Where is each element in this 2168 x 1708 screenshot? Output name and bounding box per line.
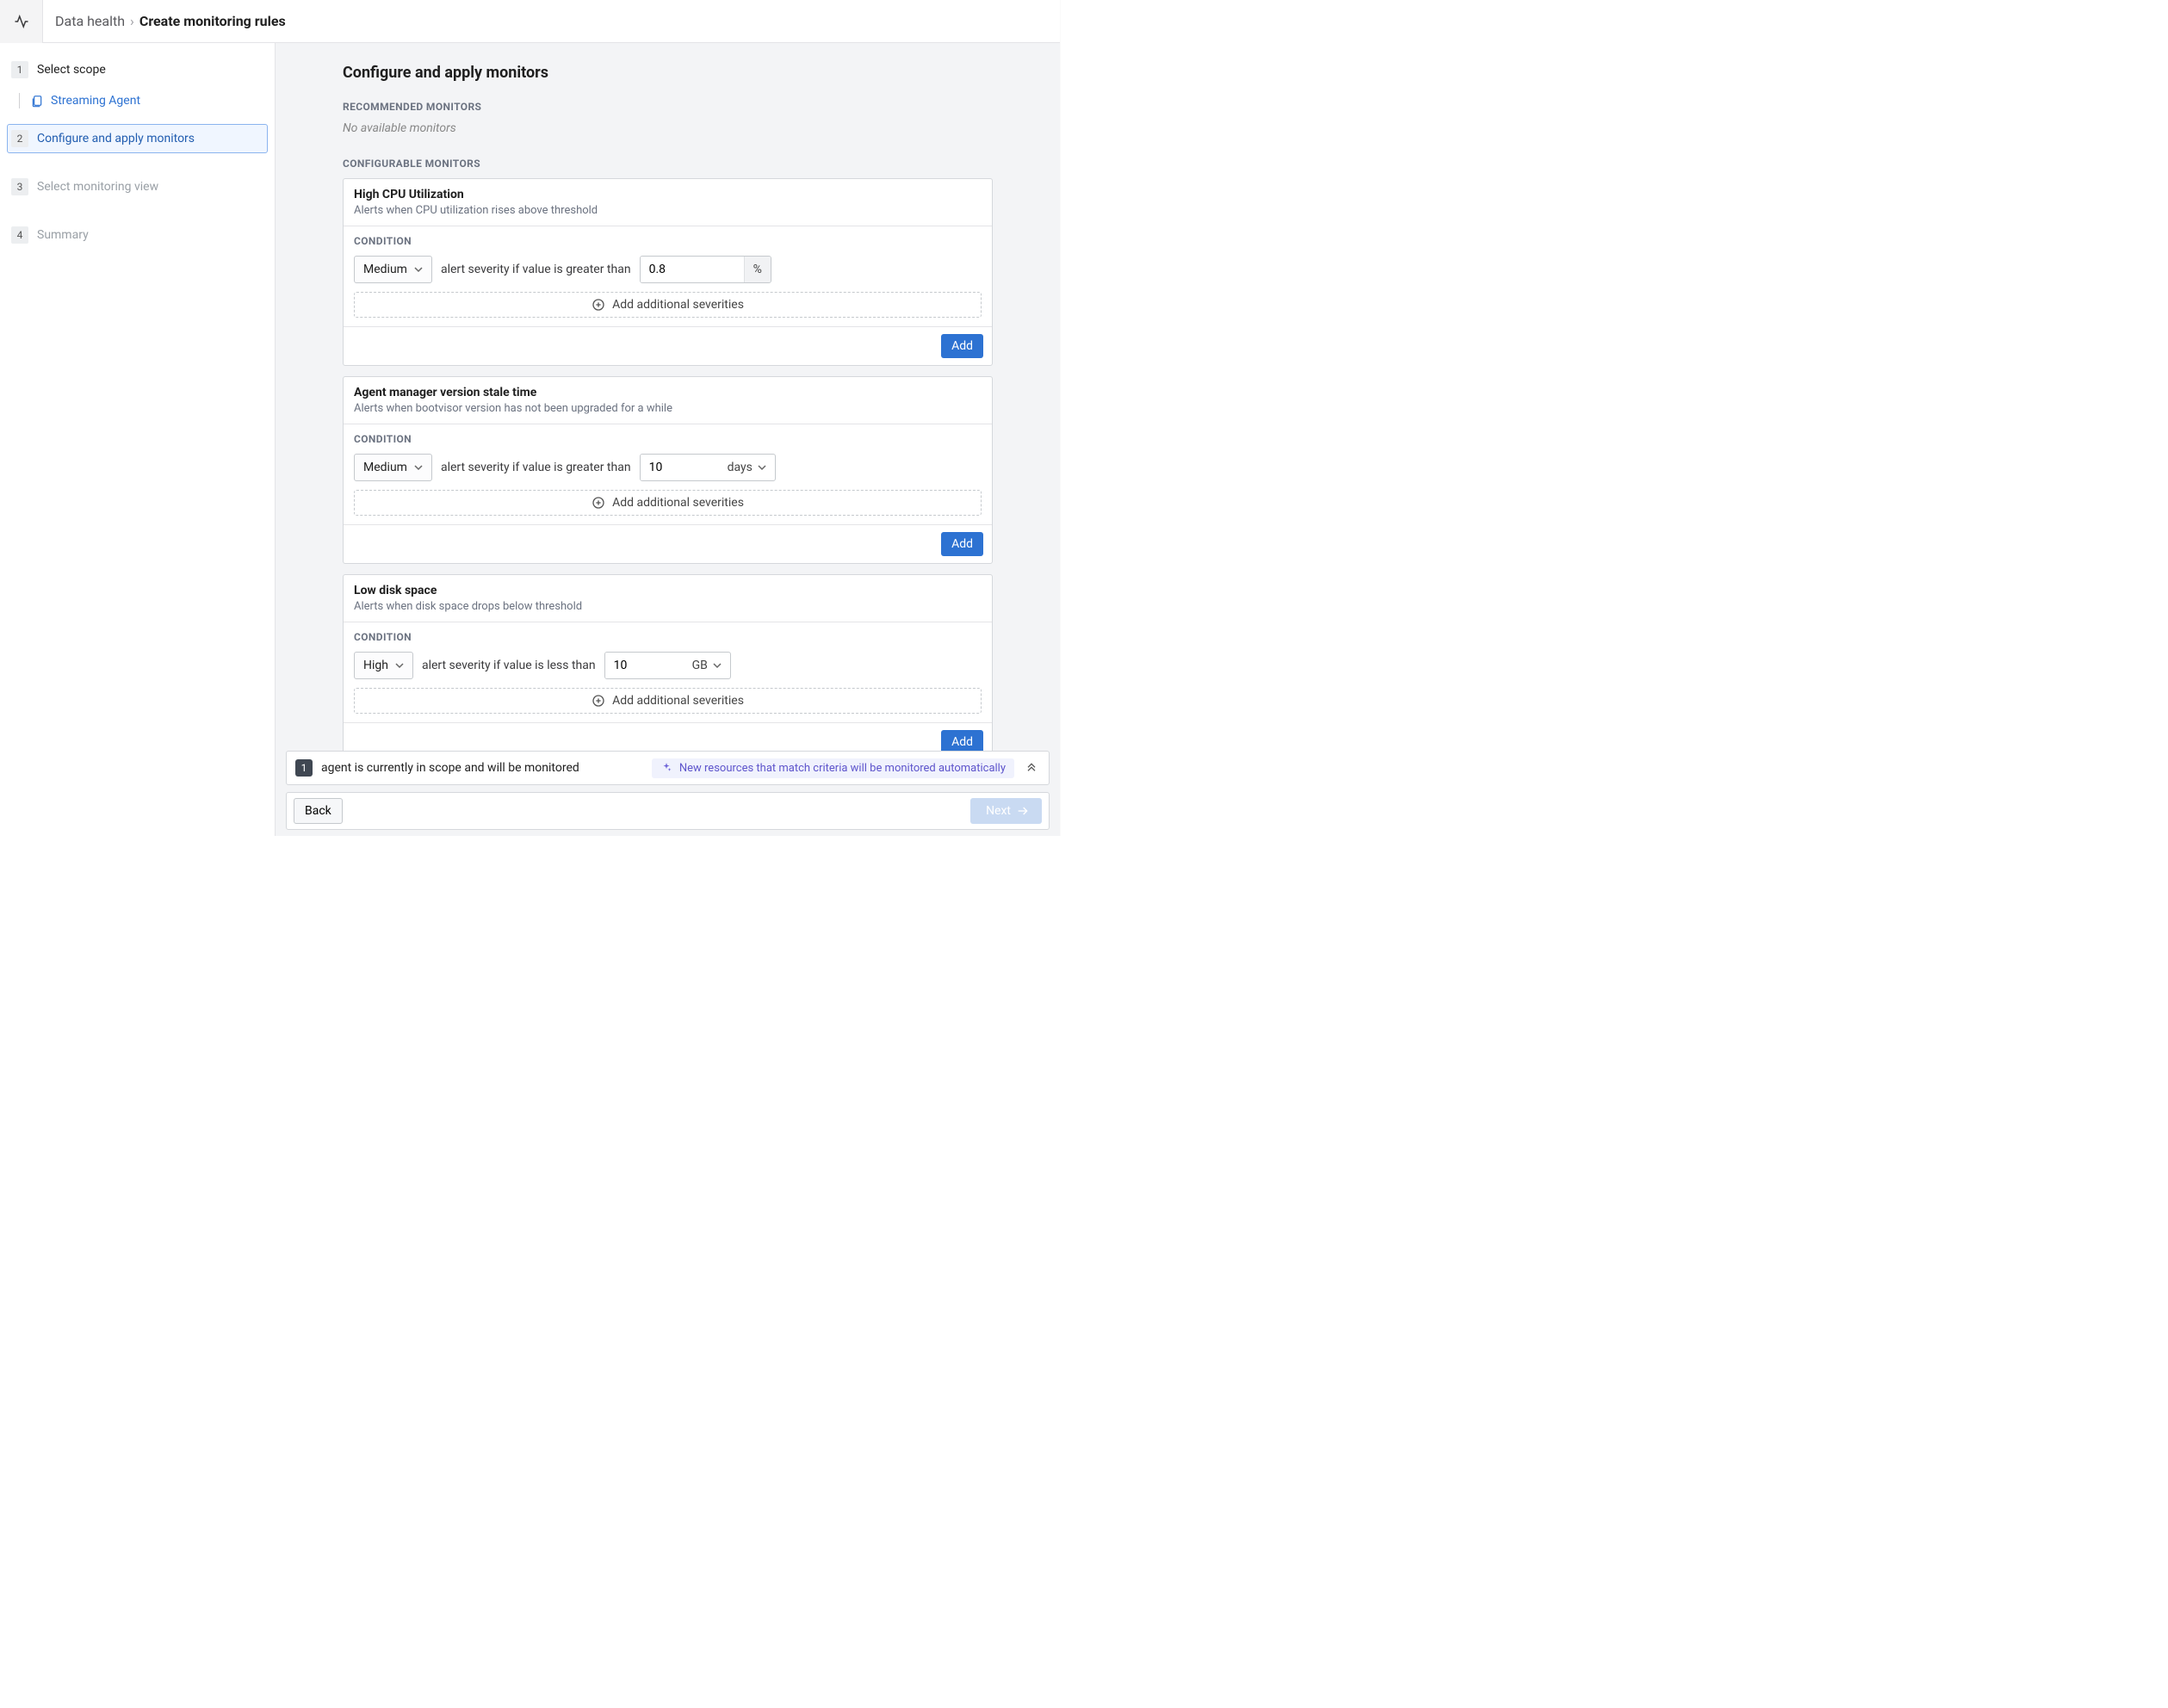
monitor-card: Low disk space Alerts when disk space dr… — [343, 574, 993, 751]
monitor-desc: Alerts when CPU utilization rises above … — [354, 204, 982, 217]
page-title: Configure and apply monitors — [343, 64, 993, 82]
plus-circle-icon — [592, 298, 605, 312]
monitor-card: High CPU Utilization Alerts when CPU uti… — [343, 178, 993, 366]
auto-monitor-text: New resources that match criteria will b… — [679, 762, 1006, 775]
chevron-double-up-icon — [1025, 759, 1038, 773]
condition-label: CONDITION — [354, 235, 982, 247]
unit-select[interactable]: days — [718, 455, 775, 480]
unit-label: % — [744, 257, 771, 282]
plus-circle-icon — [592, 694, 605, 708]
caret-down-icon — [414, 463, 423, 472]
breadcrumb-current: Create monitoring rules — [139, 13, 286, 29]
unit-value: GB — [692, 659, 708, 672]
next-button[interactable]: Next — [970, 798, 1042, 824]
monitor-title: Low disk space — [354, 584, 982, 597]
arrow-right-icon — [1016, 804, 1030, 818]
severity-value: High — [363, 659, 388, 672]
unit-value: days — [728, 461, 753, 474]
severity-select[interactable]: Medium — [354, 454, 432, 481]
step-number: 1 — [11, 61, 28, 78]
step-scope-sub[interactable]: Streaming Agent — [7, 91, 268, 110]
step-summary[interactable]: 4 Summary — [7, 220, 268, 250]
caret-down-icon — [758, 463, 766, 472]
step-label: Select monitoring view — [37, 180, 158, 194]
threshold-input[interactable] — [641, 257, 744, 282]
tree-connector — [19, 93, 20, 108]
next-label: Next — [986, 804, 1011, 818]
monitor-title: Agent manager version stale time — [354, 386, 982, 399]
add-severity-label: Add additional severities — [612, 694, 744, 708]
scope-status-bar: 1 agent is currently in scope and will b… — [286, 751, 1050, 785]
wizard-nav-bar: Back Next — [286, 792, 1050, 830]
severity-value: Medium — [363, 263, 407, 276]
caret-down-icon — [713, 661, 722, 670]
severity-value: Medium — [363, 461, 407, 474]
step-select-view[interactable]: 3 Select monitoring view — [7, 172, 268, 201]
scope-status-text: agent is currently in scope and will be … — [321, 761, 579, 775]
condition-phrase: alert severity if value is less than — [422, 659, 596, 672]
plus-circle-icon — [592, 496, 605, 510]
add-monitor-button[interactable]: Add — [941, 532, 983, 556]
condition-label: CONDITION — [354, 433, 982, 445]
condition-phrase: alert severity if value is greater than — [441, 263, 631, 276]
recommended-empty: No available monitors — [343, 121, 993, 135]
add-severity-button[interactable]: Add additional severities — [354, 490, 982, 516]
step-configure-monitors[interactable]: 2 Configure and apply monitors — [7, 124, 268, 153]
app-icon-box — [0, 0, 43, 43]
unit-select[interactable]: GB — [683, 653, 730, 678]
step-label: Select scope — [37, 63, 106, 77]
chevron-right-icon: › — [130, 13, 134, 29]
back-button[interactable]: Back — [294, 798, 343, 824]
add-severity-label: Add additional severities — [612, 298, 744, 312]
auto-monitor-pill: New resources that match criteria will b… — [652, 758, 1014, 778]
step-label: Configure and apply monitors — [37, 132, 195, 145]
breadcrumb: Data health › Create monitoring rules — [43, 13, 286, 29]
condition-phrase: alert severity if value is greater than — [441, 461, 631, 474]
threshold-input-group: days — [640, 454, 776, 481]
main-panel: Configure and apply monitors RECOMMENDED… — [276, 43, 1060, 836]
monitor-title: High CPU Utilization — [354, 188, 982, 201]
scope-count-badge: 1 — [295, 759, 313, 777]
condition-label: CONDITION — [354, 631, 982, 643]
wizard-sidebar: 1 Select scope Streaming Agent 2 Configu… — [0, 43, 276, 836]
pulse-icon — [14, 14, 29, 29]
threshold-input-group: % — [640, 256, 771, 283]
add-severity-button[interactable]: Add additional severities — [354, 688, 982, 714]
add-monitor-button[interactable]: Add — [941, 730, 983, 751]
threshold-input[interactable] — [641, 455, 718, 480]
add-severity-label: Add additional severities — [612, 496, 744, 510]
step-number: 3 — [11, 178, 28, 195]
clipboard-icon — [30, 94, 44, 108]
caret-down-icon — [395, 661, 404, 670]
expand-button[interactable] — [1023, 758, 1040, 778]
app-header: Data health › Create monitoring rules — [0, 0, 1060, 43]
threshold-input[interactable] — [605, 653, 683, 678]
recommended-label: RECOMMENDED MONITORS — [343, 101, 993, 113]
configurable-label: CONFIGURABLE MONITORS — [343, 158, 993, 170]
monitor-desc: Alerts when disk space drops below thres… — [354, 600, 982, 613]
main-scroll[interactable]: Configure and apply monitors RECOMMENDED… — [276, 43, 1060, 751]
breadcrumb-parent[interactable]: Data health — [55, 13, 125, 29]
caret-down-icon — [414, 265, 423, 274]
step-number: 4 — [11, 226, 28, 244]
monitor-card: Agent manager version stale time Alerts … — [343, 376, 993, 564]
severity-select[interactable]: Medium — [354, 256, 432, 283]
threshold-input-group: GB — [604, 652, 731, 679]
add-severity-button[interactable]: Add additional severities — [354, 292, 982, 318]
add-monitor-button[interactable]: Add — [941, 334, 983, 358]
severity-select[interactable]: High — [354, 652, 413, 679]
step-select-scope[interactable]: 1 Select scope — [7, 55, 268, 84]
step-label: Summary — [37, 228, 89, 242]
monitor-desc: Alerts when bootvisor version has not be… — [354, 402, 982, 415]
sparkle-icon — [660, 762, 672, 774]
step-sub-label: Streaming Agent — [51, 94, 140, 108]
step-number: 2 — [11, 130, 28, 147]
